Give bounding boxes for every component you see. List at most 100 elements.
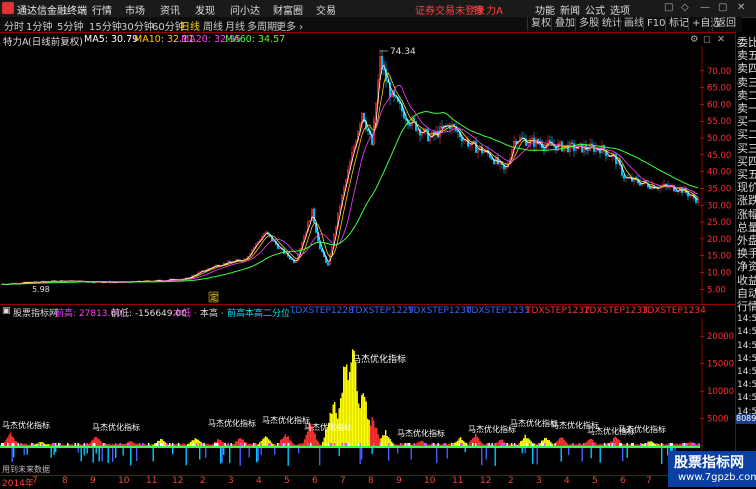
close-icon[interactable]: ✕ — [737, 2, 745, 13]
tool-diejia[interactable]: 叠加 — [551, 17, 575, 31]
indicator-bar — [220, 440, 222, 446]
menu-jiaoyi[interactable]: 交易 — [316, 2, 336, 17]
month-tick: 9 — [90, 476, 96, 486]
period-1min[interactable]: 1分钟 — [26, 18, 52, 33]
menu-xinwen[interactable]: 新闻 — [560, 2, 580, 17]
indicator-bar — [641, 443, 643, 446]
indicator-accent — [83, 443, 85, 446]
indicator-bar — [581, 444, 583, 446]
indicator-bar — [130, 441, 132, 446]
indicator-bar — [490, 444, 492, 446]
indicator-neg-bar — [80, 448, 82, 462]
month-tick: 6 — [312, 476, 318, 486]
period-multi[interactable]: 多周期 — [247, 18, 277, 33]
minimize-icon[interactable]: — — [700, 2, 710, 13]
side-panel-item: 卖三 — [737, 75, 756, 89]
menu-xuanxiang[interactable]: 选项 — [610, 2, 630, 17]
indicator-chart[interactable]: 2000015000100005000 马杰优化指标 马杰优化指标 马杰优化指标 马杰… — [0, 318, 735, 475]
indicator-bar — [410, 444, 412, 446]
indicator-tick: 15000 — [707, 360, 734, 370]
menu-wenxiaoda[interactable]: 问小达 — [230, 2, 260, 17]
chart-restore-icon[interactable]: ◻ — [703, 34, 711, 45]
indicator-bar — [397, 444, 399, 446]
menu-gongneng[interactable]: 功能 — [535, 2, 555, 17]
tool-fanhui[interactable]: 返回 — [712, 17, 736, 31]
indicator-accent — [284, 443, 286, 446]
indicator-label: 马杰优化指标 — [92, 422, 140, 432]
indicator-bar — [496, 442, 498, 446]
tool-duogu[interactable]: 多股 — [575, 17, 599, 31]
tool-huaxian[interactable]: 画线 — [620, 17, 644, 31]
menu-hangqing[interactable]: 行情 — [92, 2, 112, 17]
indicator-accent — [406, 443, 408, 446]
candle-body — [521, 137, 523, 139]
indicator-bar — [146, 444, 148, 446]
tool-fuquan[interactable]: 复权 — [527, 17, 551, 31]
indicator-neg-bar — [185, 448, 187, 466]
tool-biaoji[interactable]: 标记 — [665, 17, 689, 31]
side-panel-item: 买四 — [737, 154, 756, 168]
indicator-accent — [227, 443, 229, 446]
period-fenshi[interactable]: 分时 — [4, 18, 24, 33]
period-weekly[interactable]: 周线 — [203, 18, 223, 33]
menu-shichang[interactable]: 市场 — [125, 2, 145, 17]
tool-f10[interactable]: F10 — [643, 17, 665, 31]
indicator-accent — [32, 443, 34, 446]
indicator-bar — [650, 440, 652, 446]
indicator-accent — [685, 443, 687, 446]
indicator-neg-bar — [446, 448, 448, 459]
indicator-bar — [49, 444, 51, 446]
menu-zixun[interactable]: 资讯 — [160, 2, 180, 17]
period-5min[interactable]: 5分钟 — [57, 18, 83, 33]
month-tick: 10 — [118, 476, 130, 486]
indicator-bar — [605, 443, 607, 446]
indicator-bar — [362, 393, 364, 446]
menu-caifuquan[interactable]: 财富圈 — [273, 2, 303, 17]
indicator-bar — [385, 430, 387, 446]
settings-icon[interactable]: ⚙ — [690, 34, 699, 45]
top-menu-bar: 通达信金融终端 行情 市场 资讯 发现 问小达 财富圈 交易 证券交易未登录 特… — [0, 0, 756, 18]
indicator-bar — [125, 443, 127, 446]
restore-icon[interactable]: □ — [664, 2, 673, 13]
indicator-bar — [653, 443, 655, 446]
indicator-neg-bar — [23, 448, 25, 456]
period-more[interactable]: 更多 › — [276, 18, 303, 33]
indicator-bar — [412, 444, 414, 446]
indicator-bar — [637, 444, 639, 446]
candle-body — [473, 141, 475, 143]
indicator-bar — [188, 443, 190, 446]
period-daily[interactable]: 日线 — [180, 18, 200, 33]
indicator-neg-bar — [26, 448, 28, 455]
app-title: 通达信金融终端 — [17, 6, 87, 17]
indicator-accent — [694, 443, 696, 446]
indicator-bar — [206, 443, 208, 446]
indicator-accent — [74, 443, 76, 446]
skin-icon[interactable]: ◇ — [681, 2, 689, 13]
period-monthly[interactable]: 月线 — [225, 18, 245, 33]
indicator-label: 马杰优化指标 — [208, 418, 256, 428]
maximize-icon[interactable]: ▢ — [718, 2, 727, 13]
indicator-bar — [110, 444, 112, 446]
indicator-bar — [79, 443, 81, 446]
chart-close-icon[interactable]: ✕ — [717, 34, 725, 45]
indicator-accent — [451, 443, 453, 446]
tool-tongji[interactable]: 统计 — [598, 17, 622, 31]
menu-faxian[interactable]: 发现 — [195, 2, 215, 17]
indicator-accent — [17, 443, 19, 446]
indicator-bar — [616, 437, 618, 446]
indicator-bar — [389, 438, 391, 446]
indicator-accent — [437, 443, 439, 446]
side-panel-item: 买三 — [737, 141, 756, 155]
period-15min[interactable]: 15分钟 — [89, 18, 122, 33]
indicator-dropdown-icon[interactable]: ▣ — [2, 306, 11, 316]
indicator-accent — [359, 443, 361, 446]
indicator-bar — [454, 442, 456, 446]
month-tick: 3 — [536, 476, 542, 486]
side-panel-item: 涨幅 — [737, 207, 756, 221]
indicator-neg-bar — [359, 448, 361, 464]
indicator-accent — [103, 443, 105, 446]
indicator-accent — [400, 443, 402, 446]
menu-gongshi[interactable]: 公式 — [585, 2, 605, 17]
kline-chart[interactable]: 70.00 65.00 60.00 55.00 50.00 45.00 40.00 35.00… — [0, 46, 735, 304]
period-30min[interactable]: 30分钟 — [121, 18, 154, 33]
